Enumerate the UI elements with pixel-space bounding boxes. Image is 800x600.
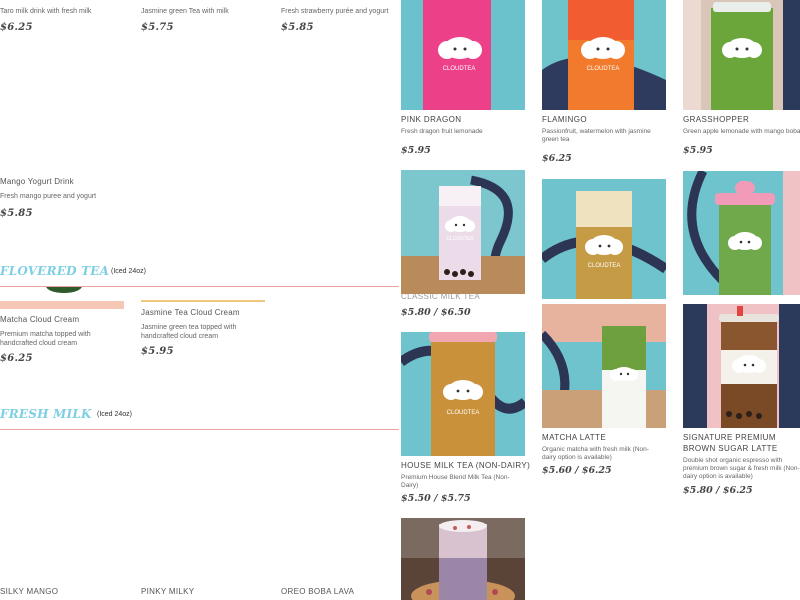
pink-dragon-photo: CLOUDTEA <box>401 0 525 110</box>
strawberry-yogurt-price: $5.85 <box>281 22 314 33</box>
matcha-latte-price: $5.60 / $6.25 <box>542 465 612 476</box>
grasshopper-price: $5.95 <box>683 145 713 156</box>
taro-cream-photo <box>401 518 525 600</box>
grasshopper-photo <box>683 0 800 110</box>
signature-latte-photo <box>683 304 800 428</box>
pink-dragon-price: $5.95 <box>401 145 431 156</box>
taro-milk-price: $6.25 <box>0 22 33 33</box>
logo-text: CLOUDTEA <box>446 236 474 242</box>
green-pink-lid-photo <box>683 171 800 295</box>
signature-latte-price: $5.80 / $6.25 <box>683 485 753 496</box>
oreo-boba-lava-name: OREO BOBA LAVA <box>281 587 355 596</box>
logo-text: CLOUDTEA <box>443 66 476 72</box>
house-milk-tea-desc: Premium House Blend Milk Tea (Non-Dairy) <box>401 474 510 489</box>
house-milk-tea-price: $5.50 / $5.75 <box>401 493 471 504</box>
flamingo-price: $6.25 <box>542 153 572 164</box>
taro-milk-desc: Taro milk drink with fresh milk <box>0 8 92 15</box>
matcha-cloud-cream-price: $6.25 <box>0 353 33 364</box>
logo-text: CLOUDTEA <box>587 66 620 72</box>
matcha-cloud-cream-desc: Premium matcha topped with handcrafted c… <box>0 331 91 347</box>
jasmine-milk-price: $5.75 <box>141 22 174 33</box>
milk-tea-photo: CLOUDTEA <box>401 170 525 294</box>
section-title-fresh-milk: FRESH MILK <box>0 407 92 421</box>
mango-yogurt-price: $5.85 <box>0 208 33 219</box>
logo-text: CLOUDTEA <box>447 410 480 416</box>
jasmine-cloud-cream-name: Jasmine Tea Cloud Cream <box>141 308 240 317</box>
pink-dragon-desc: Fresh dragon fruit lemonade <box>401 128 483 135</box>
section-title-flowered-tea: FLOVERED TEA <box>0 264 110 278</box>
pinky-milky-name: PINKY MILKY <box>141 587 195 596</box>
jasmine-cloud-cream-desc: Jasmine green tea topped with handcrafte… <box>141 324 237 340</box>
matcha-cloud-cream-photo <box>0 287 124 309</box>
grasshopper-desc: Green apple lemonade with mango boba <box>683 128 800 135</box>
milk-tea-price: $5.80 / $6.50 <box>401 307 471 318</box>
silky-mango-name: SILKY MANGO <box>0 587 59 596</box>
jasmine-milk-desc: Jasmine green Tea with milk <box>141 8 229 15</box>
house-milk-tea-photo: CLOUDTEA <box>401 332 525 456</box>
signature-latte-name: SIGNATURE PREMIUM BROWN SUGAR LATTE <box>683 433 778 453</box>
section-divider <box>0 429 399 430</box>
house-milk-tea-name: HOUSE MILK TEA (NON-DAIRY) <box>401 461 531 470</box>
jasmine-cloud-cream-photo-edge <box>141 300 265 302</box>
amber-tea-photo: CLOUDTEA <box>542 179 666 299</box>
flamingo-photo: CLOUDTEA <box>542 0 666 110</box>
flamingo-name: FLAMINGO <box>542 115 587 124</box>
mango-yogurt-desc: Fresh mango puree and yogurt <box>0 193 97 200</box>
signature-latte-desc: Double shot organic espresso with premiu… <box>683 457 800 480</box>
matcha-latte-photo <box>542 304 666 428</box>
matcha-latte-name: MATCHA LATTE <box>542 433 607 442</box>
jasmine-cloud-cream-price: $5.95 <box>141 346 174 357</box>
strawberry-yogurt-desc: Fresh strawberry purée and yogurt <box>281 8 389 15</box>
matcha-cloud-cream-name: Matcha Cloud Cream <box>0 315 80 324</box>
flamingo-desc: Passionfruit, watermelon with jasmine gr… <box>542 128 651 143</box>
section-note-flowered-tea: (Iced 24oz) <box>111 268 147 275</box>
section-note-fresh-milk: (Iced 24oz) <box>97 411 133 418</box>
pink-dragon-name: PINK DRAGON <box>401 115 462 124</box>
grasshopper-name: GRASSHOPPER <box>683 115 750 124</box>
matcha-latte-desc: Organic matcha with fresh milk (Non-dair… <box>542 446 649 461</box>
logo-text: CLOUDTEA <box>588 263 621 269</box>
mango-yogurt-name: Mango Yogurt Drink <box>0 177 74 186</box>
milk-tea-name-cut: Classic Milk Tea <box>401 294 481 299</box>
